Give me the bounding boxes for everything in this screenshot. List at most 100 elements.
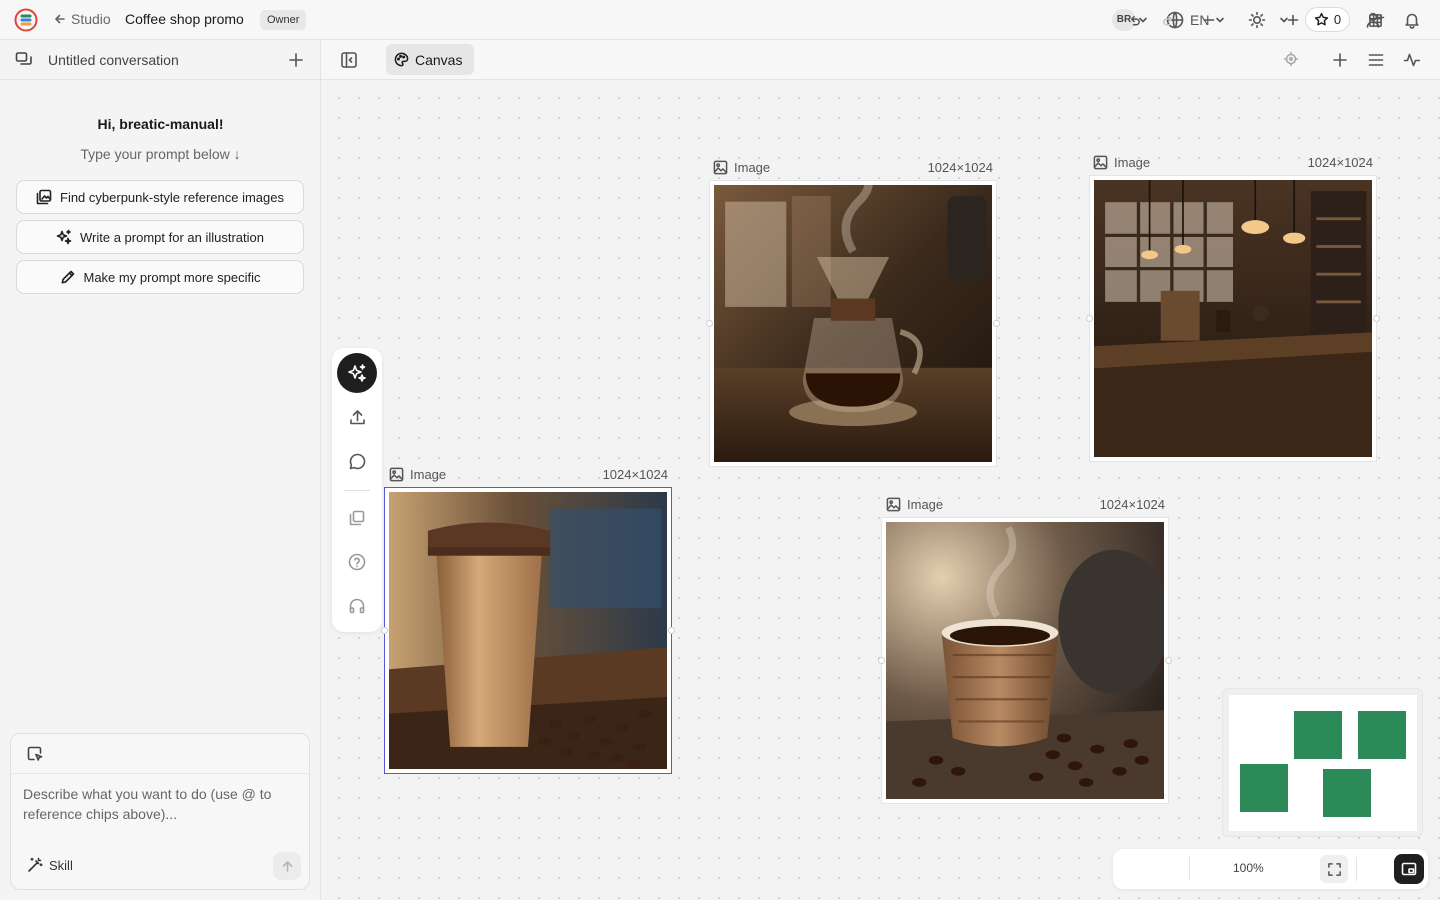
conversations-icon[interactable] xyxy=(15,51,33,69)
zoom-in-button[interactable] xyxy=(1285,8,1301,32)
canvas-minimap[interactable] xyxy=(1222,688,1423,837)
send-button[interactable] xyxy=(273,852,301,880)
image-icon xyxy=(389,467,404,482)
app-logo-icon[interactable] xyxy=(14,8,38,32)
pencil-icon xyxy=(61,270,74,284)
star-icon xyxy=(1314,12,1328,26)
minus-icon xyxy=(1203,19,1215,21)
locate-icon[interactable] xyxy=(1283,51,1299,67)
image-node-espresso-cup[interactable] xyxy=(882,518,1168,803)
sun-icon xyxy=(1248,11,1266,29)
resize-handle[interactable] xyxy=(706,320,713,327)
add-node-icon[interactable] xyxy=(1331,51,1349,69)
redo-button[interactable] xyxy=(1160,8,1176,32)
theme-toggle[interactable] xyxy=(1248,8,1266,32)
resize-handle[interactable] xyxy=(878,657,885,664)
grid-toggle-button[interactable] xyxy=(1367,8,1383,32)
upload-icon xyxy=(349,409,365,424)
tab-canvas[interactable]: Canvas xyxy=(386,44,474,75)
back-label: Studio xyxy=(71,11,111,27)
minimap-node xyxy=(1240,764,1288,812)
image-node-size: 1024×1024 xyxy=(1307,155,1373,170)
zoom-level[interactable]: 100% xyxy=(1233,861,1264,875)
assets-tool[interactable] xyxy=(337,498,377,538)
zoom-out-button[interactable] xyxy=(1201,8,1217,32)
images-icon xyxy=(36,189,52,205)
conversation-header: Untitled conversation xyxy=(0,40,320,80)
zoom-divider xyxy=(1356,857,1357,881)
prompt-input[interactable] xyxy=(23,784,299,834)
back-to-studio-link[interactable]: Studio xyxy=(54,11,111,27)
fit-to-screen-button[interactable] xyxy=(1320,855,1348,883)
espresso-cup-image xyxy=(886,522,1164,799)
bell-icon xyxy=(1405,13,1419,29)
suggestion-label: Make my prompt more specific xyxy=(83,269,261,285)
project-title[interactable]: Coffee shop promo xyxy=(125,11,244,27)
skill-button[interactable]: Skill xyxy=(27,857,73,873)
collapse-sidebar-icon[interactable] xyxy=(340,51,358,69)
new-conversation-icon[interactable] xyxy=(287,51,305,69)
resize-handle[interactable] xyxy=(1086,315,1093,322)
chat-sidebar: Untitled conversation Hi, breatic-manual… xyxy=(0,40,321,900)
zoom-divider xyxy=(1189,857,1190,881)
image-icon xyxy=(886,497,901,512)
magic-wand-icon xyxy=(28,857,43,872)
sparkles-icon xyxy=(56,229,72,245)
resize-handle[interactable] xyxy=(668,627,675,634)
suggestion-write-prompt[interactable]: Write a prompt for an illustration xyxy=(16,220,304,254)
headphones-icon xyxy=(349,598,365,614)
undo-icon xyxy=(1130,15,1140,25)
image-node-label: Image xyxy=(389,467,446,482)
ai-generate-tool[interactable] xyxy=(337,353,377,393)
image-node-pour-over[interactable] xyxy=(710,181,996,466)
resize-handle[interactable] xyxy=(1165,657,1172,664)
suggestion-label: Find cyberpunk-style reference images xyxy=(60,189,284,205)
role-badge: Owner xyxy=(260,10,307,30)
top-bar: Studio Coffee shop promo Owner BR EN 0 xyxy=(0,0,1440,40)
resize-handle[interactable] xyxy=(381,627,388,634)
greeting: Hi, breatic-manual! xyxy=(97,116,224,132)
arrow-left-icon xyxy=(55,14,65,24)
pour-over-coffee-image xyxy=(714,185,992,462)
arrow-up-icon xyxy=(282,860,292,872)
image-node-type: Image xyxy=(410,467,447,482)
composer-chips-area xyxy=(11,734,309,774)
chat-composer: Skill xyxy=(10,733,310,890)
image-node-label: Image xyxy=(1093,155,1150,170)
help-tool[interactable] xyxy=(337,542,377,582)
image-node-label: Image xyxy=(713,160,770,175)
notifications-button[interactable] xyxy=(1403,8,1421,32)
suggestion-find-references[interactable]: Find cyberpunk-style reference images xyxy=(16,180,304,214)
copy-icon xyxy=(349,510,365,526)
zoom-controls xyxy=(1113,849,1428,889)
plus-icon xyxy=(1287,14,1299,26)
comment-tool[interactable] xyxy=(337,441,377,481)
conversation-title[interactable]: Untitled conversation xyxy=(48,52,179,68)
resize-handle[interactable] xyxy=(993,320,1000,327)
image-node-size: 1024×1024 xyxy=(927,160,993,175)
chat-bubble-icon xyxy=(349,453,365,469)
support-tool[interactable] xyxy=(337,586,377,626)
menu-icon[interactable] xyxy=(1367,51,1385,69)
suggestion-make-specific[interactable]: Make my prompt more specific xyxy=(16,260,304,294)
canvas-toolbar: Canvas xyxy=(321,40,1440,80)
image-node-type: Image xyxy=(734,160,771,175)
activity-icon[interactable] xyxy=(1403,51,1421,69)
palette-icon xyxy=(394,52,409,67)
upload-tool[interactable] xyxy=(337,397,377,437)
image-node-paper-cup[interactable] xyxy=(385,488,671,773)
minimap-toggle-button[interactable] xyxy=(1394,854,1424,884)
suggestion-label: Write a prompt for an illustration xyxy=(80,229,264,245)
undo-button[interactable] xyxy=(1126,8,1142,32)
stars-count: 0 xyxy=(1333,12,1342,27)
minimap-node xyxy=(1323,769,1371,817)
reference-select-icon[interactable] xyxy=(27,746,43,762)
image-node-size: 1024×1024 xyxy=(602,467,668,482)
image-node-cafe-interior[interactable] xyxy=(1090,176,1376,461)
redo-icon xyxy=(1162,15,1172,25)
tab-canvas-label: Canvas xyxy=(415,51,463,68)
stars-button[interactable]: 0 xyxy=(1305,7,1350,32)
image-icon xyxy=(713,160,728,175)
skill-label: Skill xyxy=(49,857,73,873)
resize-handle[interactable] xyxy=(1373,315,1380,322)
